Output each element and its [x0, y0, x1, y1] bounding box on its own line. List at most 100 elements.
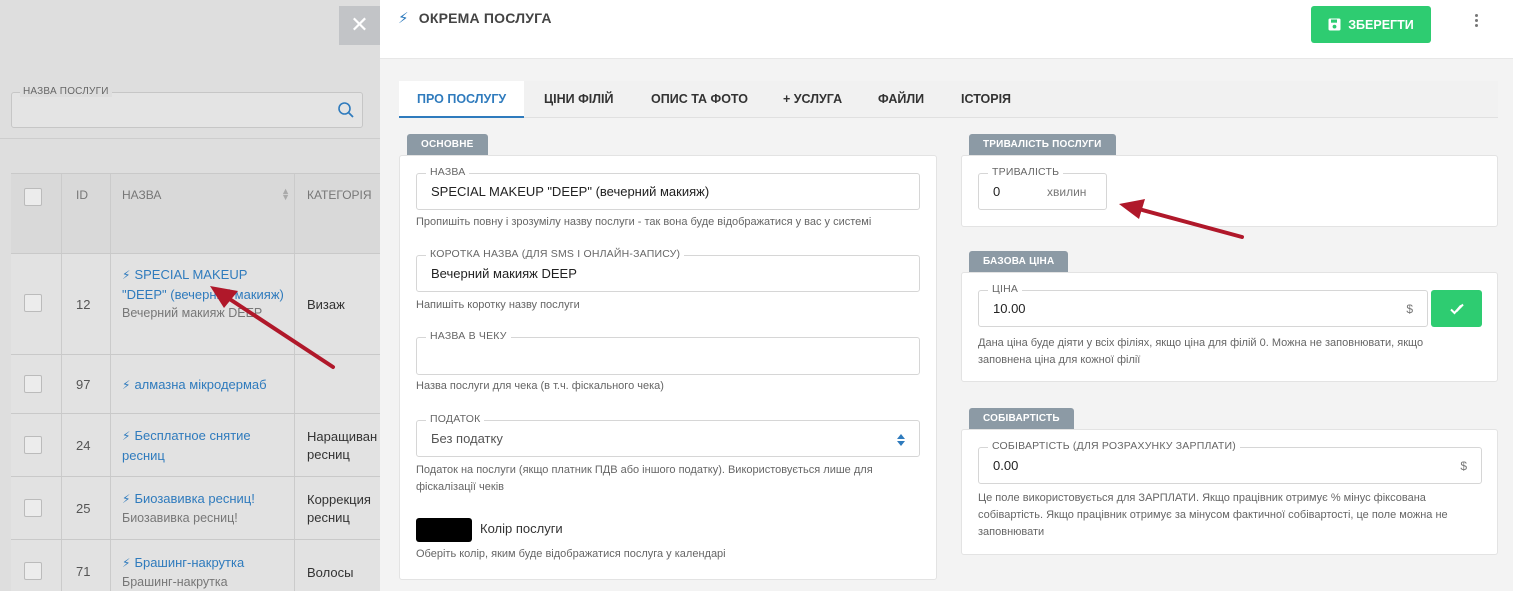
currency-symbol: $: [1460, 459, 1467, 473]
field-label: СОБІВАРТІСТЬ (ДЛЯ РОЗРАХУНКУ ЗАРПЛАТИ): [988, 440, 1240, 452]
short-name-input[interactable]: Вечерний макияж DEEP: [431, 266, 577, 281]
apply-price-button[interactable]: [1431, 290, 1482, 327]
table-row[interactable]: 25 ⚡ Биозавивка ресниц! Биозавивка ресниц…: [11, 477, 380, 540]
row-checkbox[interactable]: [24, 375, 42, 393]
select-arrows-icon: [897, 434, 905, 446]
service-name-field[interactable]: НАЗВА SPECIAL MAKEUP "DEEP" (вечерний ма…: [416, 166, 920, 210]
section-tag-price: БАЗОВА ЦІНА: [969, 251, 1069, 272]
services-list-background: НАЗВА ПОСЛУГИ ID НАЗВА ▲ ▼ КАТЕГОРІЯ 12 ⚡ S…: [0, 0, 380, 591]
field-hint: Назва послуги для чека (в т.ч. фіскально…: [416, 380, 664, 392]
page-title: ⚡ ОКРЕМА ПОСЛУГА: [398, 10, 552, 27]
row-category: Коррекция ресниц: [307, 492, 371, 525]
search-icon[interactable]: [337, 101, 355, 119]
section-tag-cost: СОБІВАРТІСТЬ: [969, 408, 1074, 429]
service-edit-panel: ⚡ ОКРЕМА ПОСЛУГА ЗБЕРЕГТИ ПРО ПОСЛУГУ ЦІН…: [380, 0, 1513, 591]
row-id: 24: [76, 438, 91, 453]
panel-header: ⚡ ОКРЕМА ПОСЛУГА ЗБЕРЕГТИ: [380, 0, 1513, 59]
select-all-checkbox[interactable]: [24, 188, 42, 206]
row-checkbox[interactable]: [24, 499, 42, 517]
color-picker-swatch[interactable]: [416, 518, 472, 542]
service-name-link[interactable]: ⚡ Брашинг-накрутка: [122, 553, 290, 573]
service-short-name: Биозавивка ресниц!: [122, 511, 238, 525]
field-hint: Напишіть коротку назву послуги: [416, 299, 580, 311]
tab-history[interactable]: ІСТОРІЯ: [943, 81, 1029, 118]
close-panel-button[interactable]: ✕: [339, 6, 380, 45]
table-row[interactable]: 24 ⚡ Бесплатное снятие ресниц Наращиван р…: [11, 414, 380, 477]
price-field[interactable]: ЦІНА 10.00 $: [978, 283, 1428, 327]
section-tag-duration: ТРИВАЛІСТЬ ПОСЛУГИ: [969, 134, 1116, 155]
services-table: ID НАЗВА ▲ ▼ КАТЕГОРІЯ 12 ⚡ SPECIAL MAKEUP …: [11, 173, 380, 591]
section-tag-main: ОСНОВНЕ: [407, 134, 488, 155]
field-label: ЦІНА: [988, 283, 1023, 295]
tab-files[interactable]: ФАЙЛИ: [860, 81, 942, 118]
field-hint: Податок на послуги (якщо платник ПДВ або…: [416, 464, 873, 493]
bolt-icon: ⚡: [122, 268, 131, 282]
table-row[interactable]: 12 ⚡ SPECIAL MAKEUP "DEEP" (вечерний маки…: [11, 254, 380, 355]
tab-bar: ПРО ПОСЛУГУ ЦІНИ ФІЛІЙ ОПИС ТА ФОТО + УС…: [399, 81, 1498, 118]
tab-about-service[interactable]: ПРО ПОСЛУГУ: [399, 81, 525, 118]
double-check-icon: [1449, 303, 1464, 314]
cost-field[interactable]: СОБІВАРТІСТЬ (ДЛЯ РОЗРАХУНКУ ЗАРПЛАТИ) 0…: [978, 440, 1482, 484]
field-label: НАЗВА В ЧЕКУ: [426, 330, 511, 342]
tab-add-service[interactable]: + УСЛУГА: [765, 81, 860, 118]
field-hint: Оберіть колір, яким буде відображатися п…: [416, 548, 726, 560]
service-name-link[interactable]: ⚡ SPECIAL MAKEUP "DEEP" (вечерний макияж): [122, 265, 290, 304]
more-options-icon[interactable]: [1470, 14, 1482, 34]
service-name-link[interactable]: ⚡ Бесплатное снятие ресниц: [122, 426, 290, 465]
tab-description-photo[interactable]: ОПИС ТА ФОТО: [633, 81, 766, 118]
service-name-search-field[interactable]: НАЗВА ПОСЛУГИ: [11, 86, 363, 128]
duration-field[interactable]: ТРИВАЛІСТЬ 0 хвилин: [978, 166, 1107, 210]
row-id: 12: [76, 297, 91, 312]
bolt-icon: ⚡: [122, 378, 131, 392]
duration-unit: хвилин: [1047, 185, 1087, 199]
row-checkbox[interactable]: [24, 436, 42, 454]
field-label: ПОДАТОК: [426, 413, 485, 425]
receipt-name-field[interactable]: НАЗВА В ЧЕКУ: [416, 330, 920, 375]
service-name-input[interactable]: SPECIAL MAKEUP "DEEP" (вечерний макияж): [431, 184, 709, 199]
price-input[interactable]: 10.00: [993, 301, 1026, 316]
field-label: КОРОТКА НАЗВА (ДЛЯ SMS І ОНЛАЙН-ЗАПИСУ): [426, 248, 685, 260]
currency-symbol: $: [1406, 302, 1413, 316]
row-category: Волосы: [307, 565, 354, 580]
bolt-icon: ⚡: [122, 492, 131, 506]
service-name-link[interactable]: ⚡ алмазна мікродермаб: [122, 375, 290, 395]
duration-input[interactable]: 0: [993, 184, 1000, 199]
row-category: Наращиван ресниц: [307, 429, 378, 462]
field-hint: Пропишіть повну і зрозумілу назву послуг…: [416, 216, 872, 228]
row-id: 97: [76, 377, 91, 392]
cost-card: СОБІВАРТІСТЬ (ДЛЯ РОЗРАХУНКУ ЗАРПЛАТИ) 0…: [961, 429, 1498, 555]
bolt-icon: ⚡: [122, 429, 131, 443]
field-label: НАЗВА: [426, 166, 470, 178]
main-card: НАЗВА SPECIAL MAKEUP "DEEP" (вечерний ма…: [399, 155, 937, 580]
column-header-category[interactable]: КАТЕГОРІЯ: [307, 188, 372, 202]
table-header: ID НАЗВА ▲ ▼ КАТЕГОРІЯ: [11, 174, 380, 254]
tax-selected-value: Без податку: [431, 431, 503, 446]
row-checkbox[interactable]: [24, 562, 42, 580]
color-label: Колір послуги: [480, 521, 563, 536]
field-hint: Дана ціна буде діяти у всіх філіях, якщо…: [978, 337, 1424, 366]
service-short-name: Брашинг-накрутка: [122, 575, 228, 589]
field-label: ТРИВАЛІСТЬ: [988, 166, 1064, 178]
cost-input[interactable]: 0.00: [993, 458, 1018, 473]
save-button[interactable]: ЗБЕРЕГТИ: [1311, 6, 1431, 43]
duration-card: ТРИВАЛІСТЬ 0 хвилин: [961, 155, 1498, 227]
row-id: 71: [76, 564, 91, 579]
tax-select[interactable]: ПОДАТОК Без податку: [416, 413, 920, 457]
field-hint: Це поле використовується для ЗАРПЛАТИ. Я…: [978, 492, 1448, 538]
search-label: НАЗВА ПОСЛУГИ: [20, 86, 112, 97]
table-row[interactable]: 97 ⚡ алмазна мікродермаб: [11, 355, 380, 414]
bolt-icon: ⚡: [122, 556, 131, 570]
tab-branch-prices[interactable]: ЦІНИ ФІЛІЙ: [526, 81, 631, 118]
row-id: 25: [76, 501, 91, 516]
bolt-icon: ⚡: [398, 10, 409, 27]
service-short-name: Вечерний макияж DEEP: [122, 306, 263, 320]
column-header-name[interactable]: НАЗВА: [122, 188, 161, 202]
divider: [0, 138, 380, 139]
row-checkbox[interactable]: [24, 294, 42, 312]
column-header-id[interactable]: ID: [76, 188, 88, 202]
service-name-link[interactable]: ⚡ Биозавивка ресниц!: [122, 489, 290, 509]
floppy-disk-icon: [1328, 18, 1341, 31]
table-row[interactable]: 71 ⚡ Брашинг-накрутка Брашинг-накрутка Во…: [11, 540, 380, 591]
sort-icon[interactable]: ▲ ▼: [281, 187, 290, 202]
short-name-field[interactable]: КОРОТКА НАЗВА (ДЛЯ SMS І ОНЛАЙН-ЗАПИСУ) …: [416, 248, 920, 292]
